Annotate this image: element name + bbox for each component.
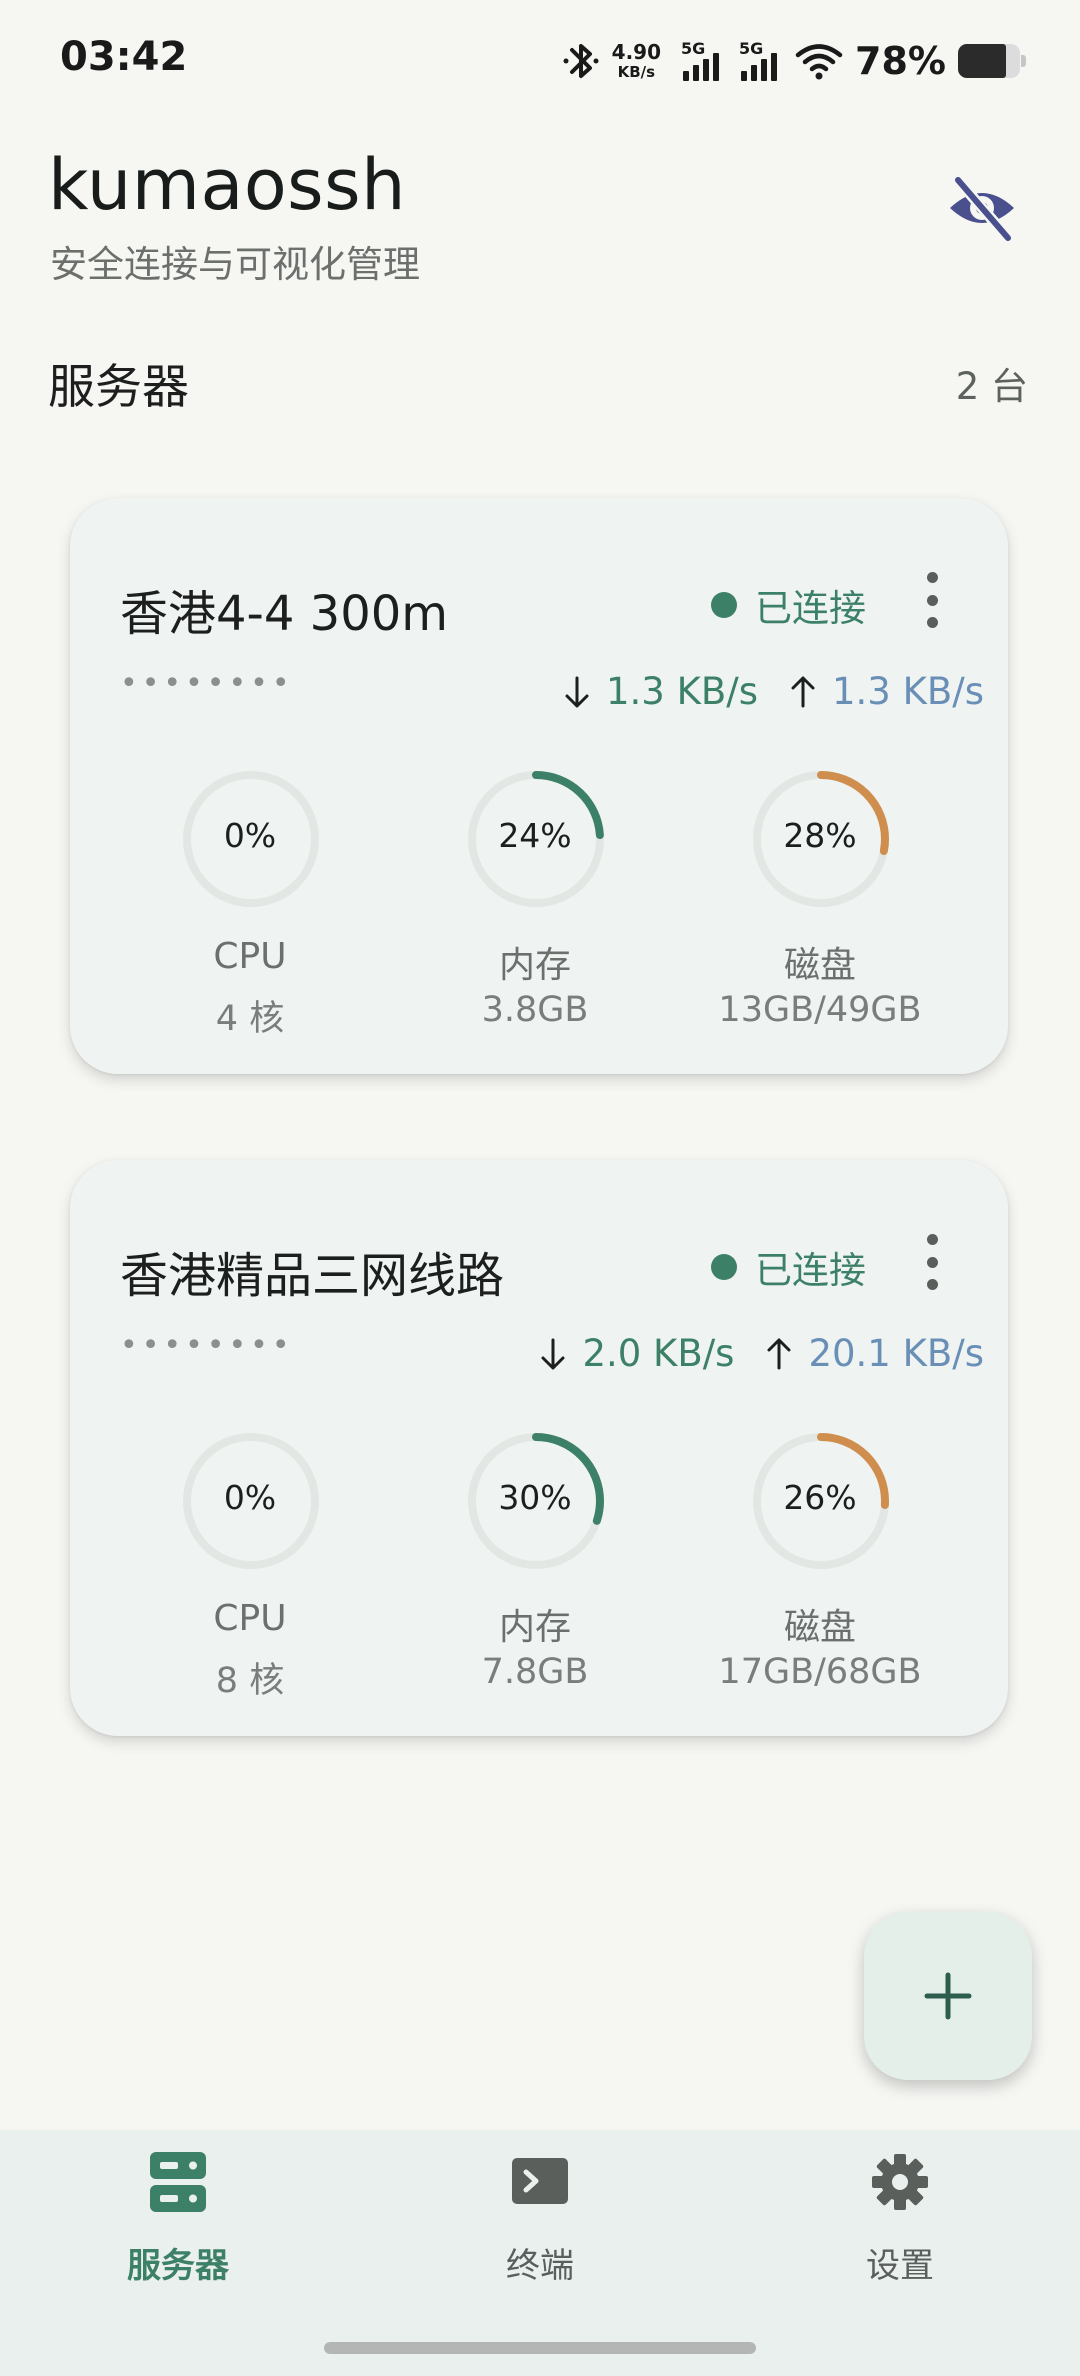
traffic-rates: 1.3 KB/s 1.3 KB/s — [562, 670, 984, 713]
gauge-percent: 26% — [783, 1478, 857, 1517]
status-time: 03:42 — [60, 34, 188, 80]
gauge-label: 内存 — [498, 945, 571, 986]
server-card[interactable]: 香港精品三网线路 已连接 •••••••• 2.0 KB/s 20.1 KB/s… — [70, 1160, 1008, 1736]
wifi-icon — [795, 44, 843, 80]
server-name: 香港精品三网线路 — [120, 1248, 505, 1304]
gauge-detail: 17GB/68GB — [718, 1652, 922, 1692]
masked-host: •••••••• — [120, 666, 294, 701]
disk-gauge: 28% 磁盘 13GB/49GB — [700, 766, 940, 1030]
add-server-button[interactable] — [864, 1912, 1032, 2080]
upload-rate: 1.3 KB/s — [788, 670, 984, 713]
gauge-detail: 8 核 — [215, 1661, 285, 1701]
network-speed: 4.90 KB/s — [611, 40, 662, 81]
section-title: 服务器 — [48, 360, 189, 415]
nav-label: 终端 — [506, 2246, 574, 2286]
nav-label: 服务器 — [127, 2246, 229, 2286]
gauge-detail: 4 核 — [215, 999, 285, 1039]
traffic-rates: 2.0 KB/s 20.1 KB/s — [538, 1332, 984, 1375]
home-indicator[interactable] — [324, 2342, 756, 2354]
battery-icon — [958, 44, 1026, 78]
connection-status: 已连接 — [711, 1240, 866, 1294]
bluetooth-icon — [563, 44, 599, 78]
gear-icon — [872, 2154, 928, 2210]
gauge-percent: 24% — [498, 816, 572, 855]
plus-icon — [924, 1972, 972, 2020]
arrow-up-icon — [767, 1338, 791, 1369]
server-card[interactable]: 香港4-4 300m 已连接 •••••••• 1.3 KB/s 1.3 KB/… — [70, 498, 1008, 1074]
nav-item-terminal[interactable]: 终端 — [390, 2150, 690, 2290]
server-icon — [150, 2152, 206, 2212]
masked-host: •••••••• — [120, 1328, 294, 1363]
nav-item-servers[interactable]: 服务器 — [28, 2150, 328, 2290]
status-dot — [711, 592, 737, 618]
server-name: 香港4-4 300m — [120, 586, 449, 642]
status-dot — [711, 1254, 737, 1280]
gauge-label: 内存 — [498, 1607, 571, 1648]
cpu-gauge: 0% CPU 8 核 — [130, 1428, 370, 1701]
gauge-label: 磁盘 — [783, 1607, 856, 1648]
status-text: 已连接 — [755, 1249, 866, 1292]
eye-off-icon[interactable] — [944, 170, 1020, 246]
signal-icon: 5G — [679, 39, 725, 83]
gauge-label: CPU — [213, 936, 287, 977]
app-subtitle: 安全连接与可视化管理 — [50, 243, 420, 286]
arrow-up-icon — [791, 676, 815, 707]
memory-gauge: 24% 内存 3.8GB — [415, 766, 655, 1030]
cpu-gauge: 0% CPU 4 核 — [130, 766, 370, 1039]
battery-percent: 78% — [855, 39, 946, 83]
bottom-nav: 服务器 终端 设置 — [0, 2130, 1080, 2376]
download-rate: 1.3 KB/s — [562, 670, 758, 713]
gauge-detail: 13GB/49GB — [718, 990, 922, 1030]
more-options-icon[interactable] — [924, 1234, 940, 1290]
signal-icon: 5G — [737, 39, 783, 83]
download-rate: 2.0 KB/s — [538, 1332, 734, 1375]
gauge-percent: 0% — [223, 1478, 277, 1517]
arrow-down-icon — [565, 676, 589, 707]
upload-rate: 20.1 KB/s — [764, 1332, 984, 1375]
gauge-detail: 3.8GB — [481, 990, 589, 1030]
gauge-percent: 0% — [223, 816, 277, 855]
server-count: 2 台 — [955, 365, 1028, 408]
gauge-percent: 30% — [498, 1478, 572, 1517]
nav-item-settings[interactable]: 设置 — [750, 2150, 1050, 2290]
more-options-icon[interactable] — [924, 572, 940, 628]
app-title: kumaossh — [48, 144, 406, 226]
status-text: 已连接 — [755, 587, 866, 630]
disk-gauge: 26% 磁盘 17GB/68GB — [700, 1428, 940, 1692]
nav-label: 设置 — [866, 2246, 934, 2286]
gauge-detail: 7.8GB — [481, 1652, 589, 1692]
status-bar: 03:42 4.90 KB/s 5G 5G 78% — [0, 0, 1080, 120]
terminal-icon — [512, 2158, 568, 2204]
connection-status: 已连接 — [711, 578, 866, 632]
gauge-percent: 28% — [783, 816, 857, 855]
gauge-label: CPU — [213, 1598, 287, 1639]
gauge-label: 磁盘 — [783, 945, 856, 986]
status-icons: 4.90 KB/s 5G 5G 78% — [562, 36, 1026, 86]
arrow-down-icon — [541, 1338, 565, 1369]
memory-gauge: 30% 内存 7.8GB — [415, 1428, 655, 1692]
